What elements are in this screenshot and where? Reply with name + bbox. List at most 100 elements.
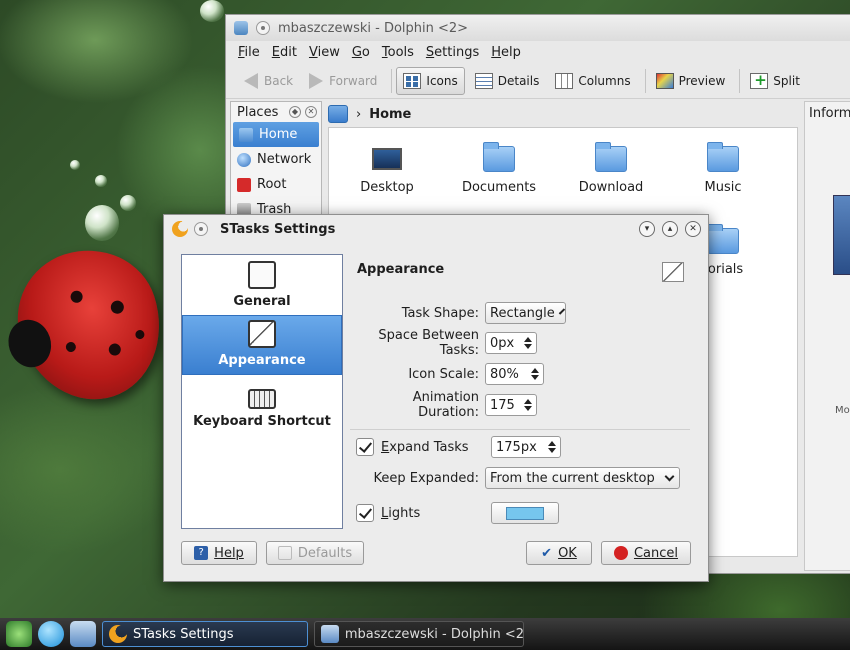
columns-view-button[interactable]: Columns bbox=[549, 67, 636, 95]
settings-page-list: General Appearance Keyboard Shortcut bbox=[181, 254, 343, 529]
help-button[interactable]: ? Help bbox=[181, 541, 257, 565]
menu-edit[interactable]: Edit bbox=[272, 45, 297, 60]
page-general[interactable]: General bbox=[182, 255, 342, 315]
breadcrumb-chevron-icon: › bbox=[356, 106, 362, 122]
menu-settings[interactable]: Settings bbox=[426, 45, 479, 60]
place-root[interactable]: Root bbox=[231, 172, 321, 197]
details-view-icon bbox=[474, 72, 493, 89]
lights-color-swatch bbox=[506, 506, 544, 520]
kde-menu-icon[interactable] bbox=[6, 621, 32, 647]
spin-arrows-icon[interactable] bbox=[531, 368, 539, 380]
expand-tasks-row: Expand Tasks 175px bbox=[350, 436, 561, 458]
water-drop bbox=[120, 195, 136, 211]
skype-icon[interactable] bbox=[38, 621, 64, 647]
toolbar-separator bbox=[644, 68, 646, 93]
folder-icon bbox=[483, 142, 515, 172]
spin-arrows-icon[interactable] bbox=[548, 441, 556, 453]
file-item-download[interactable]: Download bbox=[563, 136, 659, 195]
animation-duration-spinbox[interactable]: 175 bbox=[485, 394, 537, 416]
task-dolphin[interactable]: mbaszczewski - Dolphin <2 bbox=[314, 621, 524, 647]
dialog-titlebar[interactable]: STasks Settings ▾ ▴ ✕ bbox=[164, 215, 708, 243]
preview-button[interactable]: Preview bbox=[650, 67, 732, 95]
page-appearance[interactable]: Appearance bbox=[182, 315, 342, 375]
taskbar: STasks Settings mbaszczewski - Dolphin <… bbox=[0, 618, 850, 650]
window-menu-icon[interactable] bbox=[194, 222, 208, 236]
expand-tasks-value: 175px bbox=[496, 439, 537, 455]
dolphin-app-icon bbox=[234, 21, 248, 35]
forward-button[interactable]: Forward bbox=[303, 67, 383, 95]
icon-scale-row: Icon Scale: 80% bbox=[350, 363, 544, 385]
dolphin-toolbar: Back Forward Icons Details Columns Previ… bbox=[226, 63, 850, 99]
breadcrumb-home-icon[interactable] bbox=[328, 105, 348, 123]
place-home[interactable]: Home bbox=[233, 122, 319, 147]
lights-label[interactable]: Lights bbox=[381, 506, 491, 521]
file-item-music[interactable]: Music bbox=[675, 136, 771, 195]
dolphin-titlebar[interactable]: mbaszczewski - Dolphin <2> bbox=[226, 15, 850, 41]
file-label: Documents bbox=[461, 180, 537, 195]
expand-tasks-label[interactable]: Expand Tasks bbox=[381, 440, 491, 455]
menu-file[interactable]: File bbox=[238, 45, 260, 60]
lights-checkbox[interactable] bbox=[356, 504, 374, 522]
lights-color-button[interactable] bbox=[491, 502, 559, 524]
window-menu-icon[interactable] bbox=[256, 21, 270, 35]
icon-scale-label: Icon Scale: bbox=[408, 366, 479, 382]
spin-arrows-icon[interactable] bbox=[524, 337, 532, 349]
cancel-button[interactable]: Cancel bbox=[601, 541, 691, 565]
columns-view-icon bbox=[555, 72, 574, 89]
file-manager-icon[interactable] bbox=[70, 621, 96, 647]
menubar: File Edit View Go Tools Settings Help bbox=[226, 41, 850, 63]
icons-view-icon bbox=[403, 72, 422, 89]
toolbar-separator bbox=[391, 68, 393, 93]
panel-close-icon[interactable]: ✕ bbox=[305, 106, 317, 118]
spin-arrows-icon[interactable] bbox=[524, 399, 532, 411]
keyboard-icon bbox=[248, 389, 276, 409]
close-icon[interactable]: ✕ bbox=[685, 221, 701, 237]
defaults-button[interactable]: Defaults bbox=[266, 541, 364, 565]
defaults-icon bbox=[277, 546, 292, 560]
columns-view-label: Columns bbox=[578, 73, 631, 88]
keep-expanded-row: Keep Expanded: From the current desktop bbox=[350, 467, 680, 489]
dolphin-title: mbaszczewski - Dolphin <2> bbox=[278, 20, 469, 36]
divider bbox=[350, 429, 690, 430]
space-between-tasks-value: 0px bbox=[490, 335, 515, 351]
icons-view-label: Icons bbox=[426, 73, 458, 88]
menu-tools[interactable]: Tools bbox=[382, 45, 414, 60]
task-label: STasks Settings bbox=[133, 626, 234, 642]
task-stasks-settings[interactable]: STasks Settings bbox=[102, 621, 308, 647]
preview-label: Preview bbox=[678, 73, 726, 88]
menu-help[interactable]: Help bbox=[491, 45, 521, 60]
ok-button[interactable]: ✔ OK bbox=[526, 541, 592, 565]
keep-expanded-select[interactable]: From the current desktop bbox=[485, 467, 680, 489]
home-icon bbox=[239, 127, 253, 142]
task-shape-value: Rectangle bbox=[490, 305, 555, 321]
details-view-button[interactable]: Details bbox=[469, 67, 546, 95]
menu-view[interactable]: View bbox=[309, 45, 340, 60]
space-between-tasks-spinbox[interactable]: 0px bbox=[485, 332, 537, 354]
appearance-icon bbox=[662, 262, 684, 282]
panel-float-icon[interactable]: ◆ bbox=[289, 106, 301, 118]
split-label: Split bbox=[773, 73, 800, 88]
space-between-tasks-label: Space Between Tasks: bbox=[378, 328, 479, 358]
expand-tasks-spinbox[interactable]: 175px bbox=[491, 436, 561, 458]
task-shape-select[interactable]: Rectangle bbox=[485, 302, 566, 324]
icon-scale-spinbox[interactable]: 80% bbox=[485, 363, 544, 385]
maximize-icon[interactable]: ▴ bbox=[662, 221, 678, 237]
file-label: Download bbox=[578, 180, 644, 195]
appearance-page: Appearance Task Shape: Rectangle Space B… bbox=[350, 254, 690, 534]
back-button[interactable]: Back bbox=[238, 67, 299, 95]
ladybug-wallpaper bbox=[0, 232, 180, 418]
page-label: General bbox=[233, 294, 291, 309]
breadcrumb-home[interactable]: Home bbox=[369, 107, 411, 122]
forward-arrow-icon bbox=[309, 72, 324, 89]
page-keyboard-shortcut[interactable]: Keyboard Shortcut bbox=[182, 375, 342, 435]
file-item-documents[interactable]: Documents bbox=[451, 136, 547, 195]
place-network[interactable]: Network bbox=[231, 147, 321, 172]
root-icon bbox=[237, 177, 251, 192]
file-item-desktop[interactable]: Desktop bbox=[339, 136, 435, 195]
menu-go[interactable]: Go bbox=[352, 45, 370, 60]
minimize-icon[interactable]: ▾ bbox=[639, 221, 655, 237]
keep-expanded-label: Keep Expanded: bbox=[373, 470, 479, 486]
icons-view-button[interactable]: Icons bbox=[396, 66, 465, 95]
split-button[interactable]: Split bbox=[744, 67, 806, 95]
expand-tasks-checkbox[interactable] bbox=[356, 438, 374, 456]
